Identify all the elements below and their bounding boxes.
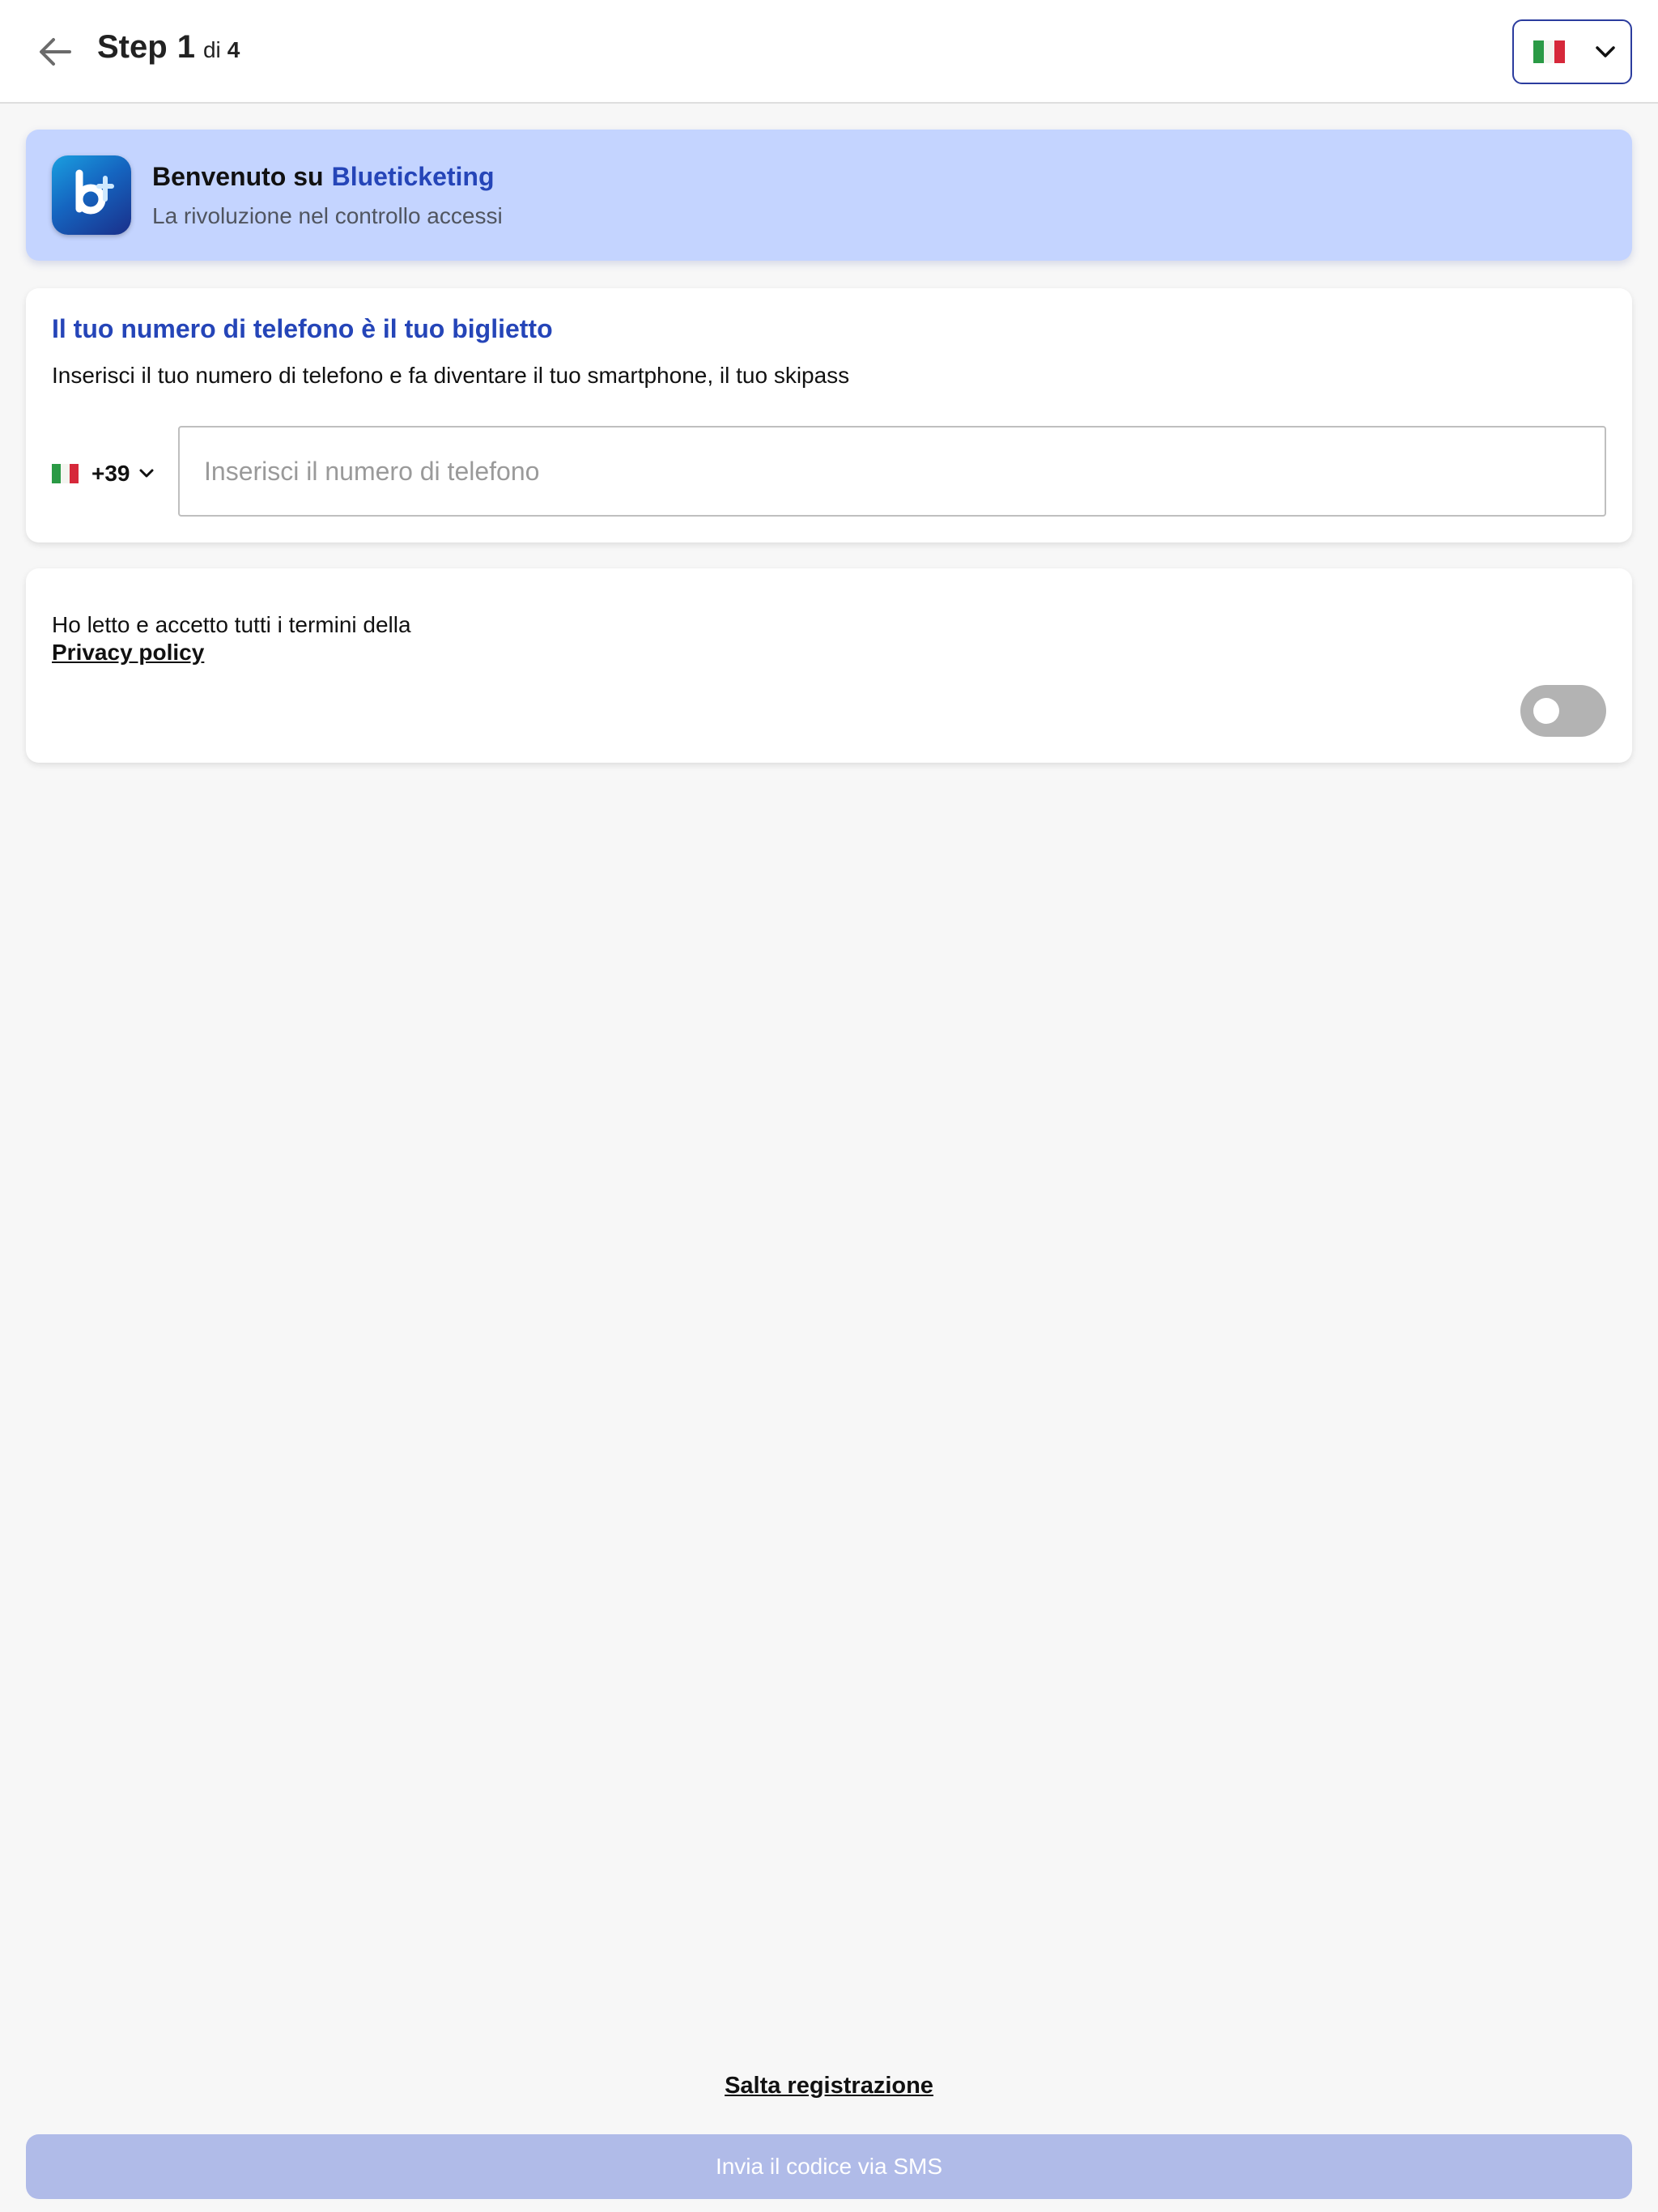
language-select[interactable] bbox=[1512, 19, 1632, 84]
welcome-subtitle: La rivoluzione nel controllo accessi bbox=[152, 203, 503, 228]
step-of-label: di bbox=[202, 37, 221, 62]
step-total: 4 bbox=[227, 37, 240, 62]
privacy-consent-toggle[interactable] bbox=[1520, 685, 1606, 737]
welcome-text: Benvenuto su Blueticketing La rivoluzione… bbox=[152, 162, 503, 229]
blueticketing-logo bbox=[52, 155, 131, 235]
phone-card-title: Il tuo numero di telefono è il tuo bigli… bbox=[52, 314, 553, 343]
phone-number-input[interactable] bbox=[178, 426, 1606, 517]
italy-flag-icon bbox=[1533, 40, 1565, 63]
toggle-knob bbox=[1533, 698, 1559, 724]
privacy-card: Ho letto e accetto tutti i termini della… bbox=[26, 568, 1632, 763]
phone-card-description: Inserisci il tuo numero di telefono e fa… bbox=[52, 363, 850, 388]
brand-name: Blueticketing bbox=[331, 162, 495, 191]
arrow-left-icon bbox=[40, 38, 71, 66]
welcome-title-prefix: Benvenuto su bbox=[152, 162, 324, 191]
skip-registration-link[interactable]: Salta registrazione bbox=[0, 2073, 1658, 2099]
phone-card: Il tuo numero di telefono è il tuo bigli… bbox=[26, 288, 1632, 542]
country-code-picker[interactable]: +39 bbox=[52, 455, 155, 492]
privacy-policy-link[interactable]: Privacy policy bbox=[52, 640, 204, 666]
privacy-consent-text: Ho letto e accetto tutti i termini della bbox=[52, 612, 411, 637]
send-sms-code-button[interactable]: Invia il codice via SMS bbox=[26, 2134, 1632, 2199]
italy-flag-icon bbox=[52, 464, 79, 483]
country-code: +39 bbox=[91, 461, 130, 486]
logo-mark bbox=[75, 169, 114, 215]
welcome-banner: Benvenuto su Blueticketing La rivoluzione… bbox=[26, 130, 1632, 261]
chevron-down-icon bbox=[139, 469, 153, 478]
top-bar: Step 1 di 4 bbox=[0, 0, 1658, 104]
step-current: 1 bbox=[176, 29, 195, 65]
back-button[interactable] bbox=[32, 31, 78, 73]
step-indicator: Step 1 di 4 bbox=[97, 29, 240, 66]
step-label: Step bbox=[97, 29, 168, 65]
chevron-down-icon bbox=[1596, 46, 1615, 57]
welcome-title: Benvenuto su Blueticketing bbox=[152, 162, 503, 192]
